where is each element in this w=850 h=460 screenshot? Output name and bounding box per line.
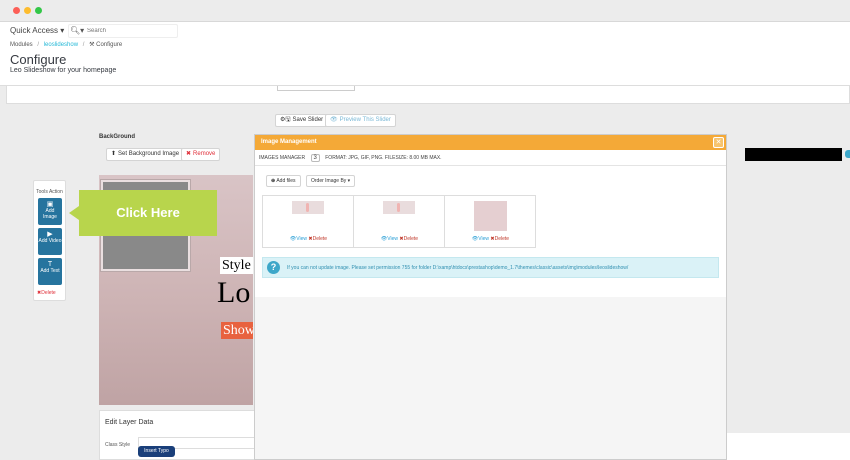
images-manager-label: IMAGES MANAGER xyxy=(259,155,306,161)
image-thumbnails: 👁︎View ✖Delete 👁︎View ✖Delete 👁︎View ✖De… xyxy=(262,195,536,248)
add-text-button[interactable]: T Add Text xyxy=(38,258,62,285)
breadcrumb-separator: / xyxy=(82,42,85,48)
close-window-dot[interactable] xyxy=(13,7,20,14)
right-panel xyxy=(727,433,850,460)
tools-action-panel: Tools Action ▣ Add Image ▶ Add Video T A… xyxy=(33,180,66,301)
view-link[interactable]: 👁︎View xyxy=(290,236,307,242)
delete-link[interactable]: ✖Delete xyxy=(399,236,418,242)
close-icon: ✖ xyxy=(186,151,192,157)
search-icon: 🔍︎▾ xyxy=(70,26,85,35)
permission-message: If you can not update image. Please set … xyxy=(287,265,629,271)
wrench-icon: ⚒ xyxy=(89,42,95,48)
add-video-label: Add Video xyxy=(38,238,62,244)
delete-link[interactable]: ✖Delete xyxy=(490,236,509,242)
thumb-image xyxy=(383,201,415,214)
set-background-label: Set Background Image xyxy=(118,151,180,157)
image-count-badge: 3 xyxy=(310,154,320,162)
view-link[interactable]: 👁︎View xyxy=(381,236,398,242)
upload-icon: ⬆ xyxy=(111,151,117,157)
save-slider-button[interactable]: ⚙🖫 Save Slider xyxy=(275,114,329,127)
slide-text-heading[interactable]: Lo xyxy=(217,275,250,311)
add-video-button[interactable]: ▶ Add Video xyxy=(38,228,62,255)
config-panel xyxy=(6,86,850,104)
delete-label: Delete xyxy=(403,236,419,242)
text-icon: T xyxy=(47,261,53,268)
callout-label: Click Here xyxy=(116,205,180,220)
thumb-actions: 👁︎View ✖Delete xyxy=(263,236,354,242)
breadcrumb-leoslideshow[interactable]: leoslideshow xyxy=(44,42,78,48)
thumb-image xyxy=(474,201,507,231)
plus-icon: ⊕ xyxy=(271,178,276,184)
edit-layer-panel: Edit Layer Data Class Style xyxy=(99,410,256,460)
save-icon: ⚙🖫 xyxy=(280,117,291,123)
view-label: View xyxy=(296,236,308,242)
thumb-image xyxy=(292,201,324,214)
image-thumb[interactable]: 👁︎View ✖Delete xyxy=(445,196,536,247)
slide-text-style[interactable]: Style xyxy=(220,257,253,274)
breadcrumb-modules[interactable]: Modules xyxy=(10,42,33,48)
question-icon: ? xyxy=(267,261,280,274)
slide-text-show[interactable]: Show xyxy=(221,322,253,339)
delete-layer-button[interactable]: ✖Delete xyxy=(37,290,56,296)
minimize-window-dot[interactable] xyxy=(24,7,31,14)
page-subtitle: Leo Slideshow for your homepage xyxy=(10,67,117,74)
delete-layer-label: Delete xyxy=(41,290,56,296)
eye-icon: 👁︎ xyxy=(330,117,338,123)
thumb-actions: 👁︎View ✖Delete xyxy=(445,236,536,242)
breadcrumb: Modules / leoslideshow / ⚒ Configure xyxy=(10,41,122,48)
redacted-bar xyxy=(745,148,842,161)
page-title: Configure xyxy=(10,52,67,67)
image-thumb[interactable]: 👁︎View ✖Delete xyxy=(354,196,445,247)
help-tab-edge[interactable] xyxy=(845,150,850,158)
edit-layer-heading: Edit Layer Data xyxy=(105,419,154,426)
remove-background-button[interactable]: ✖ Remove xyxy=(181,148,221,161)
tools-action-title: Tools Action xyxy=(36,189,63,195)
divider xyxy=(255,165,726,166)
background-label: BackGround xyxy=(99,134,136,140)
add-image-button[interactable]: ▣ Add Image xyxy=(38,198,62,225)
page-header: Modules / leoslideshow / ⚒ Configure Con… xyxy=(0,40,850,86)
modal-title: Image Management xyxy=(261,139,317,145)
remove-background-label: Remove xyxy=(193,151,216,157)
view-link[interactable]: 👁︎View xyxy=(472,236,489,242)
breadcrumb-separator: / xyxy=(37,42,40,48)
search-input[interactable] xyxy=(87,26,175,36)
close-modal-button[interactable]: ✕ xyxy=(713,137,724,148)
view-label: View xyxy=(387,236,399,242)
add-image-label: Add Image xyxy=(43,208,57,220)
set-background-button[interactable]: ⬆ Set Background Image xyxy=(106,148,185,161)
admin-header: Quick Access ▾ 🔍︎▾ xyxy=(0,22,850,40)
preview-slider-button[interactable]: 👁︎ Preview This Slider xyxy=(325,114,396,127)
zoom-window-dot[interactable] xyxy=(35,7,42,14)
modal-header: Image Management ✕ xyxy=(255,135,726,150)
video-icon: ▶ xyxy=(47,231,53,238)
class-style-label: Class Style xyxy=(105,442,131,448)
close-icon: ✕ xyxy=(715,139,722,146)
preview-slider-label: Preview This Slider xyxy=(339,117,391,123)
breadcrumb-configure: Configure xyxy=(96,42,123,48)
images-manager-info: IMAGES MANAGER 3 FORMAT: JPG, GIF, PNG. … xyxy=(259,154,442,162)
order-image-dropdown[interactable]: Order Image By ▾ xyxy=(306,175,356,187)
delete-label: Delete xyxy=(494,236,510,242)
permission-alert: ? If you can not update image. Please se… xyxy=(262,257,719,278)
modal-body: Image Management ✕ IMAGES MANAGER 3 FORM… xyxy=(255,135,726,297)
image-icon: ▣ xyxy=(46,201,54,208)
click-here-callout: Click Here xyxy=(69,190,217,236)
thumb-actions: 👁︎View ✖Delete xyxy=(354,236,445,242)
add-files-label: Add files xyxy=(276,178,296,184)
add-text-label: Add Text xyxy=(40,268,60,274)
delete-label: Delete xyxy=(312,236,328,242)
quick-access-menu[interactable]: Quick Access ▾ xyxy=(10,26,64,35)
image-thumb[interactable]: 👁︎View ✖Delete xyxy=(263,196,354,247)
format-info: FORMAT: JPG, GIF, PNG. FILESIZE: 8.00 MB… xyxy=(325,155,442,161)
image-management-modal: Image Management ✕ IMAGES MANAGER 3 FORM… xyxy=(254,134,727,460)
insert-typo-button[interactable]: Insert Typo xyxy=(138,446,175,457)
save-slider-label: Save Slider xyxy=(292,117,324,123)
view-label: View xyxy=(478,236,490,242)
delete-link[interactable]: ✖Delete xyxy=(308,236,327,242)
panel-tab xyxy=(277,86,355,91)
search-box[interactable]: 🔍︎▾ xyxy=(68,24,178,38)
add-files-button[interactable]: ⊕ Add files xyxy=(266,175,301,187)
window-titlebar xyxy=(0,0,850,22)
